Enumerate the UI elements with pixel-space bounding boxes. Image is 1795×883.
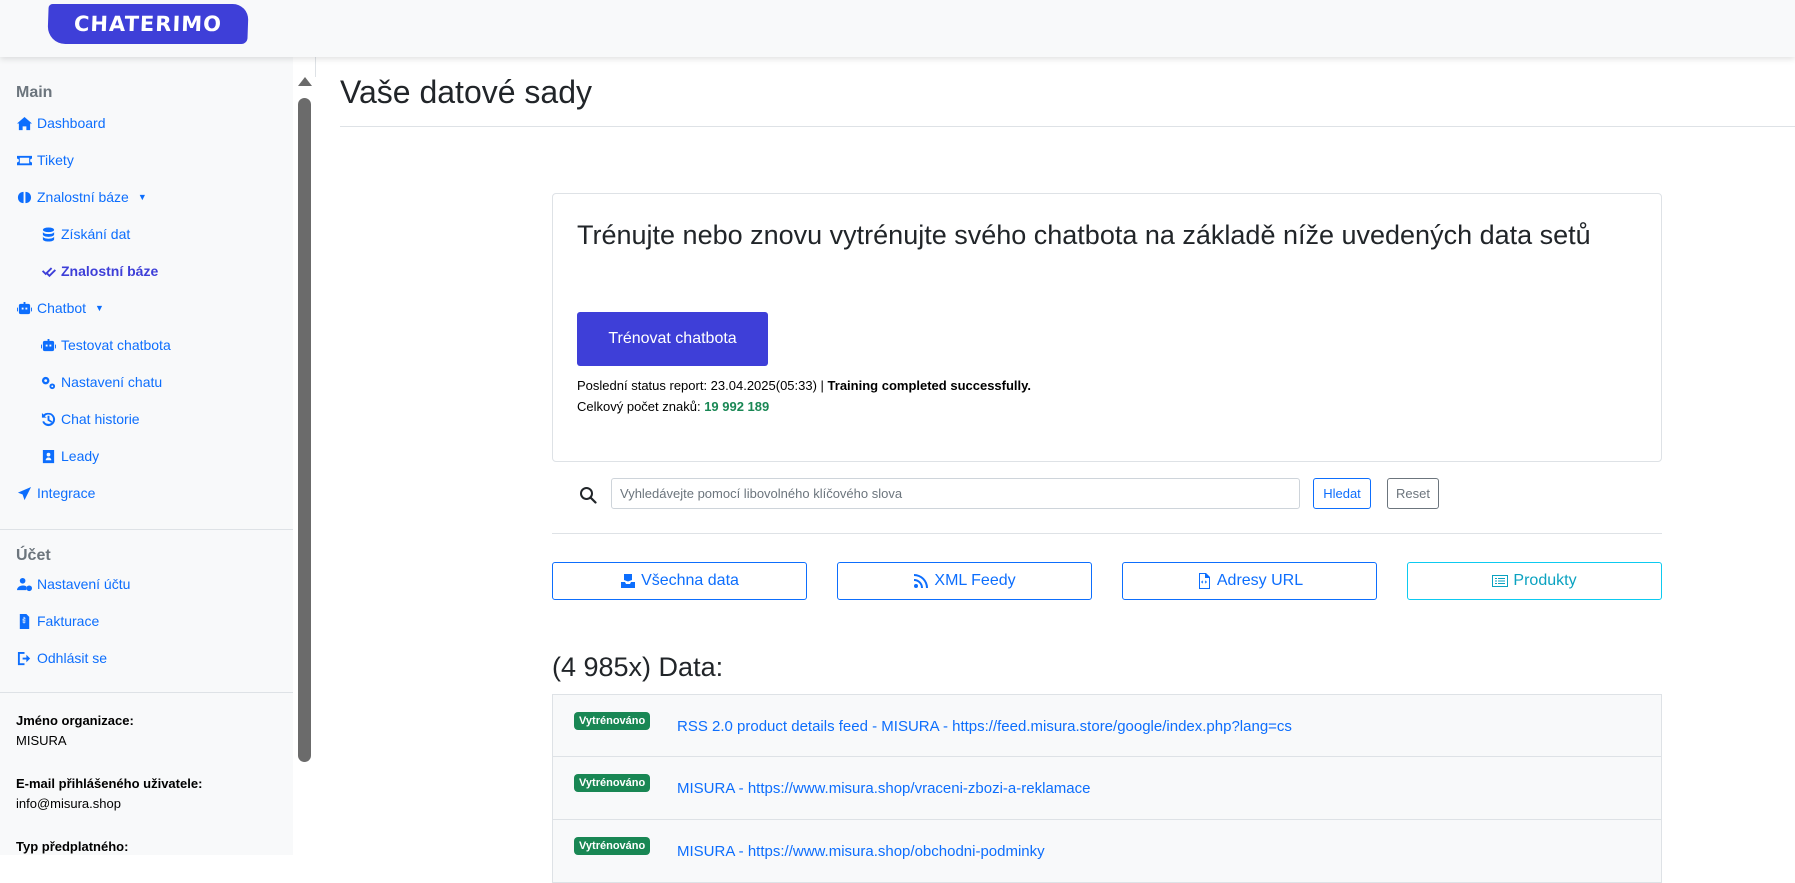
total-chars-label: Celkový počet znaků: <box>577 399 705 414</box>
reset-button[interactable]: Reset <box>1387 478 1439 509</box>
data-count-heading: (4 985x) Data: <box>552 652 724 682</box>
sidebar-item-label: Dashboard <box>37 115 106 131</box>
database-icon <box>40 226 56 242</box>
list-icon <box>1492 575 1509 587</box>
subscription-type-label: Typ předplatného: <box>16 839 129 854</box>
sidebar-section-main-title: Main <box>16 84 53 101</box>
filter-label: Všechna data <box>641 572 739 589</box>
sidebar-item-label: Leady <box>61 448 100 464</box>
user-email-value: info@misura.shop <box>16 796 121 811</box>
data-source-link[interactable]: MISURA - https://www.misura.shop/vraceni… <box>677 780 1090 797</box>
training-card: Trénujte nebo znovu vytrénujte svého cha… <box>552 193 1662 462</box>
total-chars: Celkový počet znaků: 19 992 189 <box>577 399 769 414</box>
user-email-label: E-mail přihlášeného uživatele: <box>16 776 203 791</box>
search-icon <box>580 487 597 504</box>
sidebar-item-znalostni-baze[interactable]: Znalostní báze ▼ <box>16 189 147 205</box>
sidebar-item-label: Chat historie <box>61 411 140 427</box>
robot-icon <box>16 300 32 316</box>
sidebar-item-label: Znalostní báze <box>37 189 129 205</box>
sidebar: Main Dashboard Tikety Znalostní báze ▼ Z… <box>0 57 293 855</box>
data-source-link[interactable]: RSS 2.0 product details feed - MISURA - … <box>677 718 1292 735</box>
status-report-prefix: Poslední status report: 23.04.2025(05:33… <box>577 378 828 393</box>
list-item: Vytrénováno MISURA - https://www.misura.… <box>552 757 1662 820</box>
scrollbar-up-arrow[interactable] <box>298 77 312 86</box>
contact-card-icon <box>40 448 56 464</box>
sidebar-item-label: Nastavení účtu <box>37 576 131 592</box>
sidebar-item-nastaveni-uctu[interactable]: Nastavení účtu <box>16 576 130 592</box>
status-badge: Vytrénováno <box>574 837 651 855</box>
sidebar-scrollbar-thumb[interactable] <box>298 98 311 762</box>
paper-plane-icon <box>16 485 32 501</box>
sidebar-item-label: Znalostní báze <box>61 263 159 279</box>
sidebar-item-label: Odhlásit se <box>37 650 108 666</box>
search-button[interactable]: Hledat <box>1313 478 1371 509</box>
page-title: Vaše datové sady <box>340 74 593 110</box>
sidebar-item-ziskani-dat[interactable]: Získání dat <box>40 226 130 242</box>
search-bar: Hledat Reset <box>552 476 1662 534</box>
filter-xml-feeds-button[interactable]: XML Feedy <box>837 562 1092 600</box>
sidebar-item-dashboard[interactable]: Dashboard <box>16 115 106 131</box>
logout-icon <box>16 650 32 666</box>
org-name-label: Jméno organizace: <box>16 713 134 728</box>
sidebar-divider <box>0 692 293 693</box>
search-input[interactable] <box>611 478 1300 509</box>
sidebar-item-label: Integrace <box>37 485 96 501</box>
sidebar-item-chat-historie[interactable]: Chat historie <box>40 411 140 427</box>
sidebar-item-label: Testovat chatbota <box>61 337 171 353</box>
filter-label: XML Feedy <box>934 572 1016 589</box>
sidebar-edge <box>315 57 316 77</box>
list-item: Vytrénováno MISURA - https://www.misura.… <box>552 820 1662 883</box>
sidebar-item-label: Fakturace <box>37 613 100 629</box>
sidebar-item-leady[interactable]: Leady <box>40 448 99 464</box>
brand-logo[interactable]: CHATERIMO <box>47 4 249 44</box>
history-icon <box>40 411 56 427</box>
robot-icon <box>40 337 56 353</box>
filter-label: Produkty <box>1513 572 1577 589</box>
status-report-text: Training completed successfully. <box>827 378 1032 393</box>
title-divider <box>340 126 1795 127</box>
sidebar-item-odhlasit-se[interactable]: Odhlásit se <box>16 650 107 666</box>
sidebar-item-label: Tikety <box>37 152 74 168</box>
filter-urls-button[interactable]: Adresy URL <box>1122 562 1377 600</box>
ticket-icon <box>16 152 32 168</box>
file-code-icon <box>1198 573 1210 589</box>
user-gear-icon <box>16 576 32 592</box>
home-icon <box>16 115 32 131</box>
top-navbar: CHATERIMO <box>0 0 1795 57</box>
sidebar-item-chatbot[interactable]: Chatbot ▼ <box>16 300 104 316</box>
sidebar-item-testovat-chatbota[interactable]: Testovat chatbota <box>40 337 171 353</box>
sidebar-item-tikety[interactable]: Tikety <box>16 152 74 168</box>
chevron-down-icon: ▼ <box>137 192 147 202</box>
invoice-icon <box>16 613 32 629</box>
data-source-link[interactable]: MISURA - https://www.misura.shop/obchodn… <box>677 843 1045 860</box>
filter-products-button[interactable]: Produkty <box>1407 562 1662 600</box>
rss-icon <box>914 574 929 588</box>
double-check-icon <box>40 263 56 279</box>
list-item: Vytrénováno RSS 2.0 product details feed… <box>552 694 1662 757</box>
sidebar-item-fakturace[interactable]: Fakturace <box>16 613 99 629</box>
training-card-heading: Trénujte nebo znovu vytrénujte svého cha… <box>577 220 1591 250</box>
filter-label: Adresy URL <box>1216 572 1304 589</box>
sidebar-item-integrace[interactable]: Integrace <box>16 485 95 501</box>
status-badge: Vytrénováno <box>574 712 651 730</box>
train-chatbot-button[interactable]: Trénovat chatbota <box>577 312 768 366</box>
org-name-value: MISURA <box>16 733 67 748</box>
sidebar-item-znalostni-baze-sub[interactable]: Znalostní báze <box>40 263 158 279</box>
chevron-down-icon: ▼ <box>95 303 104 313</box>
inbox-check-icon <box>621 574 636 588</box>
status-badge: Vytrénováno <box>574 774 651 792</box>
status-report: Poslední status report: 23.04.2025(05:33… <box>577 378 1031 393</box>
sidebar-item-nastaveni-chatu[interactable]: Nastavení chatu <box>40 374 162 390</box>
brain-icon <box>16 189 32 205</box>
sidebar-section-account-title: Účet <box>16 547 51 564</box>
filter-all-data-button[interactable]: Všechna data <box>552 562 807 600</box>
gears-icon <box>40 374 56 390</box>
sidebar-divider <box>0 529 293 530</box>
sidebar-item-label: Chatbot <box>37 300 87 316</box>
sidebar-item-label: Získání dat <box>61 226 131 242</box>
total-chars-value: 19 992 189 <box>704 399 770 414</box>
search-divider <box>552 533 1662 534</box>
sidebar-item-label: Nastavení chatu <box>61 374 163 390</box>
